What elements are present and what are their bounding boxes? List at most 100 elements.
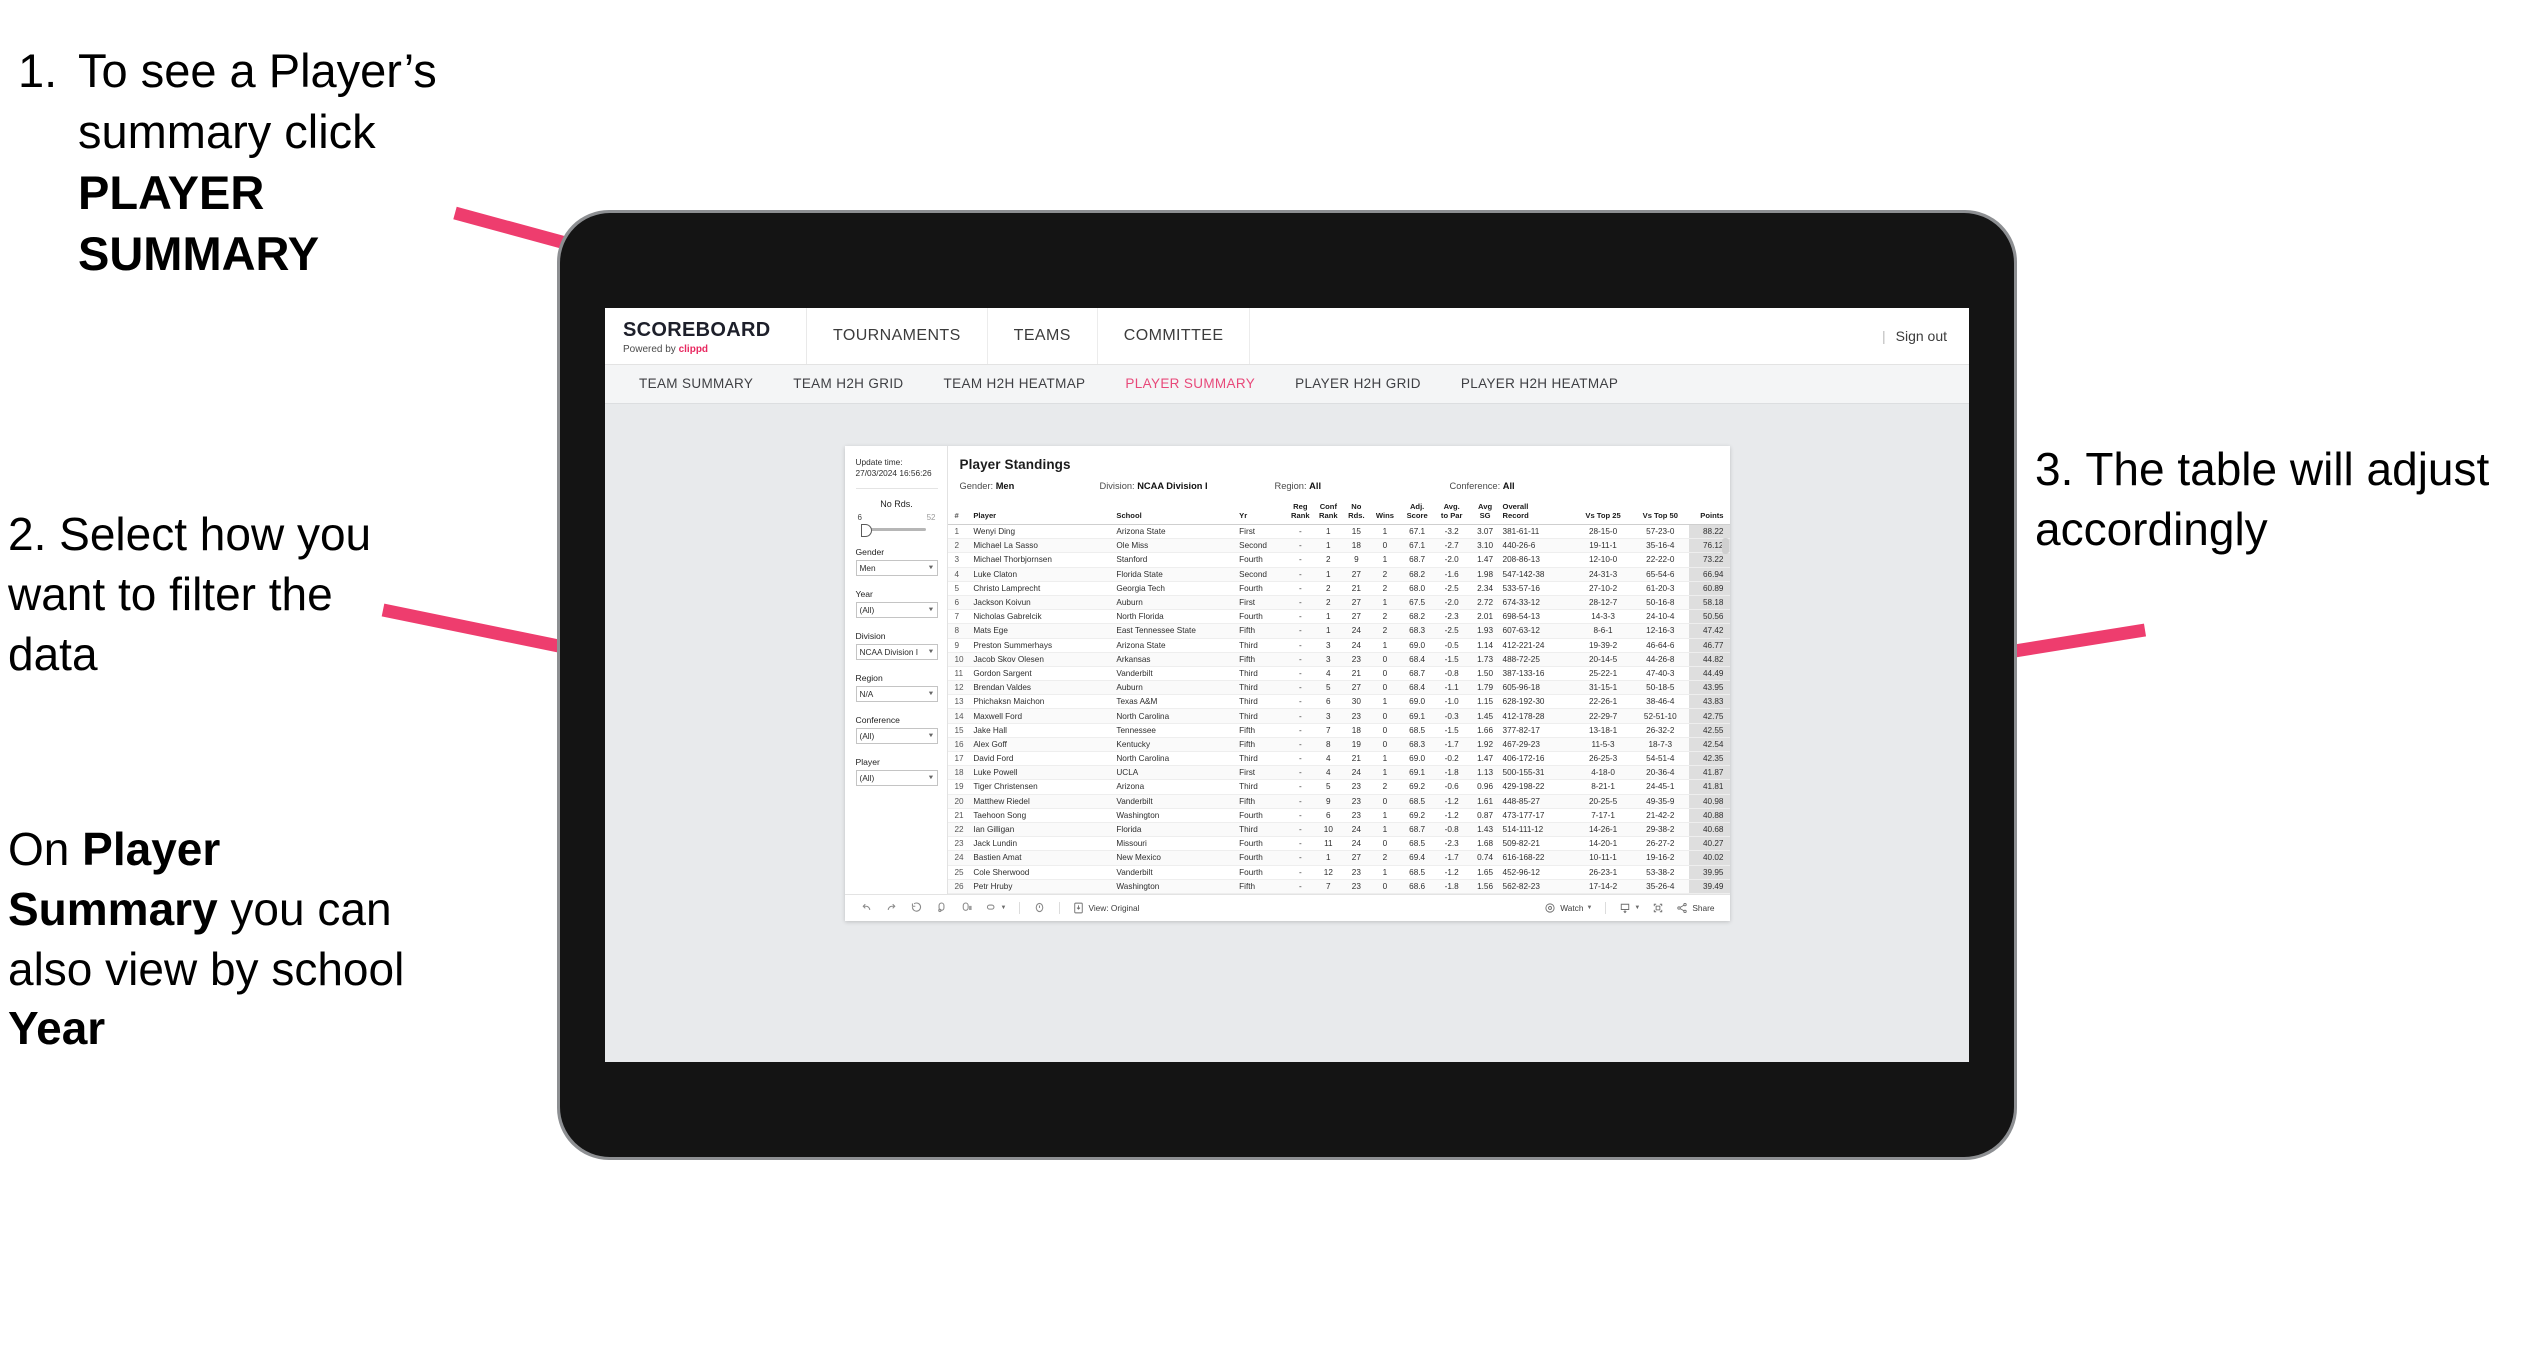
division-select[interactable]: NCAA Division I ▼ [855, 644, 938, 661]
conference-select[interactable]: (All) ▼ [855, 728, 938, 745]
sheet-body: Update time: 27/03/2024 16:56:26 No Rds.… [845, 446, 1730, 894]
tab-team-h2h-grid[interactable]: TEAM H2H GRID [773, 365, 923, 403]
table-row[interactable]: 1 Wenyi Ding Arizona State First -1 15 1 67.1 -3… [947, 524, 1730, 540]
tab-player-summary[interactable]: PLAYER SUMMARY [1105, 365, 1275, 403]
tab-player-h2h-heatmap[interactable]: PLAYER H2H HEATMAP [1441, 365, 1638, 403]
table-row[interactable]: 26 Petr Hruby Washington Fifth -7 23 0 68.6 -1.8… [947, 879, 1730, 894]
table-cell: Fourth [1237, 609, 1288, 625]
tab-player-h2h-grid[interactable]: PLAYER H2H GRID [1275, 365, 1441, 403]
division-value: NCAA Division I [859, 647, 919, 658]
table-row[interactable]: 20 Matthew Riedel Vanderbilt Fifth -9 23 0 68.5… [947, 794, 1730, 809]
column-header[interactable]: Points [1688, 500, 1730, 525]
column-header[interactable]: Vs Top 50 [1631, 500, 1689, 525]
highlight-icon[interactable]: ▼ [980, 899, 1012, 917]
fullscreen-button[interactable] [1647, 899, 1669, 917]
table-row[interactable]: 11 Gordon Sargent Vanderbilt Third -4 21 0 68.7… [947, 666, 1730, 682]
no-rounds-slider[interactable] [856, 524, 938, 538]
column-header[interactable]: No Rds. [1343, 500, 1370, 525]
table-row[interactable]: 19 Tiger Christensen Arizona Third -5 23 2 69.2… [947, 779, 1730, 795]
table-cell: 67.5 [1400, 595, 1434, 611]
nav-committee[interactable]: COMMITTEE [1098, 308, 1251, 364]
table-row[interactable]: 16 Alex Goff Kentucky Fifth -8 19 0 68.3 -1.7 1.9… [947, 737, 1730, 753]
table-row[interactable]: 23 Jack Lundin Missouri Fourth -11 24 0 68.5 -2.… [947, 836, 1730, 852]
table-cell: 0 [1369, 652, 1401, 667]
table-row[interactable]: 24 Bastien Amat New Mexico Fourth -1 27 2 69.4-… [947, 850, 1730, 866]
table-row[interactable]: 4 Luke Claton Florida State Second -1 27 2 68.2… [947, 567, 1730, 582]
table-cell: 562-82-23 [1500, 879, 1575, 894]
table-row[interactable]: 2 Michael La Sasso Ole Miss Second -1 18 0 67.1… [947, 538, 1730, 554]
table-cell: 607-63-12 [1500, 623, 1575, 639]
download-button[interactable]: ▼ [1614, 899, 1645, 917]
view-original-button[interactable]: View: Original [1068, 899, 1144, 917]
nav-teams[interactable]: TEAMS [988, 308, 1098, 364]
nav-tournaments[interactable]: TOURNAMENTS [807, 308, 988, 364]
table-row[interactable]: 14 Maxwell Ford North Carolina Third -3 23 0 69… [947, 708, 1730, 724]
column-header[interactable]: # [947, 500, 972, 525]
refresh-icon[interactable] [930, 899, 953, 917]
redo-icon[interactable] [880, 899, 903, 917]
table-row[interactable]: 17 David Ford North Carolina Third -4 21 1 69.0… [947, 751, 1730, 767]
tab-team-summary[interactable]: TEAM SUMMARY [619, 365, 773, 403]
table-cell: - [1287, 638, 1314, 653]
filter-divider [855, 488, 938, 490]
conference-label: Conference [855, 715, 900, 726]
table-cell: 68.6 [1400, 879, 1434, 894]
table-row[interactable]: 7 Nicholas Gabrelcik North Florida Fourth -1… [947, 609, 1730, 625]
column-header[interactable]: School [1114, 500, 1238, 525]
column-header[interactable]: Adj. Score [1400, 500, 1434, 525]
slider-handle[interactable] [860, 524, 872, 538]
alert-icon[interactable] [1028, 899, 1051, 917]
table-row[interactable]: 10 Jacob Skov Olesen Arkansas Fifth -3 23 0 68.… [947, 652, 1730, 667]
table-row[interactable]: 18 Luke Powell UCLA First -4 24 1 69.1 -1.8 1.13 5… [947, 765, 1730, 781]
table-cell: -2.0 [1433, 595, 1470, 611]
table-cell: 24 [1343, 822, 1370, 838]
table-row[interactable]: 12 Brendan Valdes Auburn Third -5 27 0 68.4 -1.1… [947, 680, 1730, 696]
player-select[interactable]: (All) ▼ [855, 770, 938, 787]
column-header[interactable]: Reg Rank [1287, 500, 1314, 525]
column-header[interactable]: Yr [1237, 500, 1288, 525]
column-header[interactable]: Vs Top 25 [1574, 500, 1632, 525]
tab-team-h2h-heatmap[interactable]: TEAM H2H HEATMAP [924, 365, 1106, 403]
table-row[interactable]: 13 Phichaksn Maichon Texas A&M Third -6 30 1 69… [947, 694, 1730, 710]
column-header[interactable]: Overall Record [1500, 500, 1575, 525]
year-select[interactable]: (All) ▼ [855, 602, 938, 619]
pause-icon[interactable] [955, 899, 978, 917]
table-cell: 1.14 [1469, 638, 1501, 653]
table-row[interactable]: 9 Preston Summerhays Arizona State Third -3 2… [947, 638, 1730, 653]
table-row[interactable]: 8 Mats Ege East Tennessee State Fifth -1 24 2 6… [947, 623, 1730, 639]
table-cell: 68.4 [1400, 652, 1434, 667]
table-cell: Jack Lundin [971, 836, 1115, 852]
table-cell: 616-168-22 [1500, 850, 1575, 866]
table-row[interactable]: 15 Jake Hall Tennessee Fifth -7 18 0 68.5 -1.5 1.… [947, 723, 1730, 738]
table-row[interactable]: 21 Taehoon Song Washington Fourth -6 23 1 69.2-… [947, 808, 1730, 823]
table-cell: 1.50 [1469, 666, 1501, 682]
column-header[interactable]: Wins [1369, 500, 1401, 525]
table-row[interactable]: 3 Michael Thorbjornsen Stanford Fourth -2 9 1 6… [947, 552, 1730, 568]
column-header[interactable]: Avg. to Par [1433, 500, 1470, 525]
column-header[interactable]: Player [971, 500, 1115, 525]
table-cell: Arizona State [1114, 524, 1238, 540]
column-header[interactable]: Conf Rank [1313, 500, 1344, 525]
share-button[interactable]: Share [1671, 899, 1719, 917]
app-logo[interactable]: SCOREBOARD Powered by clippd [605, 308, 807, 364]
revert-icon[interactable] [905, 899, 928, 917]
table-cell: 61-20-3 [1631, 581, 1689, 596]
watch-button[interactable]: Watch ▼ [1539, 899, 1597, 917]
region-select[interactable]: N/A ▼ [855, 686, 938, 703]
table-row[interactable]: 22 Ian Gilligan Florida Third -10 24 1 68.7 -0.8… [947, 822, 1730, 838]
table-cell: 13-18-1 [1574, 723, 1632, 738]
table-cell: 1.93 [1469, 623, 1501, 639]
gender-select[interactable]: Men ▼ [855, 560, 938, 577]
table-cell: 467-29-23 [1500, 737, 1575, 753]
sign-out-link[interactable]: Sign out [1896, 328, 1947, 344]
table-row[interactable]: 6 Jackson Koivun Auburn First -2 27 1 67.5 -2.0 2… [947, 595, 1730, 611]
table-row[interactable]: 5 Christo Lamprecht Georgia Tech Fourth -2 21… [947, 581, 1730, 596]
column-header[interactable]: Avg SG [1469, 500, 1501, 525]
table-cell: -1.2 [1433, 808, 1470, 823]
vertical-scrollbar[interactable] [1721, 538, 1729, 554]
page-title: Player Standings [959, 457, 1071, 472]
region-label: Region [855, 673, 883, 684]
undo-icon[interactable] [855, 899, 878, 917]
table-row[interactable]: 25 Cole Sherwood Vanderbilt Fourth -12 23 1 68.… [947, 865, 1730, 880]
table-cell: 0 [1369, 538, 1401, 554]
